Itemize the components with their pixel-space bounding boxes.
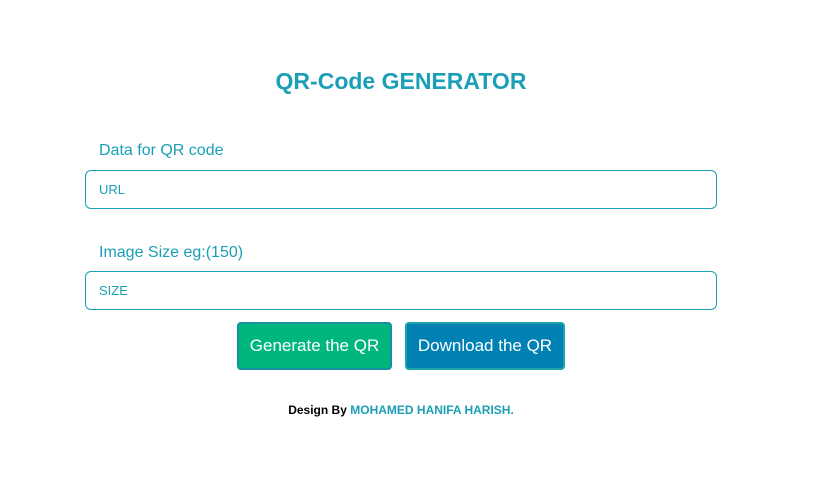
size-input[interactable] — [85, 271, 717, 310]
credit-author: MOHAMED HANIFA HARISH. — [350, 403, 514, 417]
data-field-label: Data for QR code — [99, 142, 224, 159]
generate-qr-button[interactable]: Generate the QR — [237, 322, 392, 370]
download-qr-button[interactable]: Download the QR — [405, 322, 565, 370]
data-input[interactable] — [85, 170, 717, 209]
page-title: QR-Code GENERATOR — [275, 68, 527, 94]
design-credit: Design By MOHAMED HANIFA HARISH. — [0, 402, 802, 418]
size-field-label: Image Size eg:(150) — [99, 244, 244, 261]
credit-prefix: Design By — [288, 403, 347, 417]
